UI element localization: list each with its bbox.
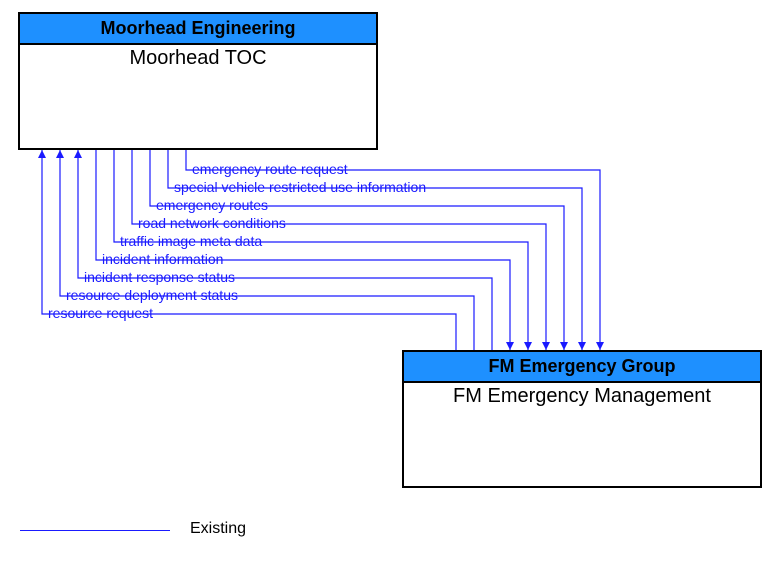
node-header: FM Emergency Group <box>404 352 760 383</box>
flow-label: resource request <box>48 305 153 321</box>
flow-label: special vehicle restricted use informati… <box>174 179 426 195</box>
flow-label: emergency routes <box>156 197 268 213</box>
flow-label: emergency route request <box>192 161 348 177</box>
node-fm-emergency: FM Emergency Group FM Emergency Manageme… <box>402 350 762 488</box>
node-header: Moorhead Engineering <box>20 14 376 45</box>
flow-label: traffic image meta data <box>120 233 262 249</box>
flow-label: incident information <box>102 251 223 267</box>
legend-label: Existing <box>190 520 246 538</box>
node-moorhead-toc: Moorhead Engineering Moorhead TOC <box>18 12 378 150</box>
flow-label: resource deployment status <box>66 287 238 303</box>
node-title: FM Emergency Management <box>404 383 760 408</box>
flow-label: road network conditions <box>138 215 286 231</box>
flow-label: incident response status <box>84 269 235 285</box>
node-title: Moorhead TOC <box>20 45 376 70</box>
legend-line <box>20 530 170 531</box>
